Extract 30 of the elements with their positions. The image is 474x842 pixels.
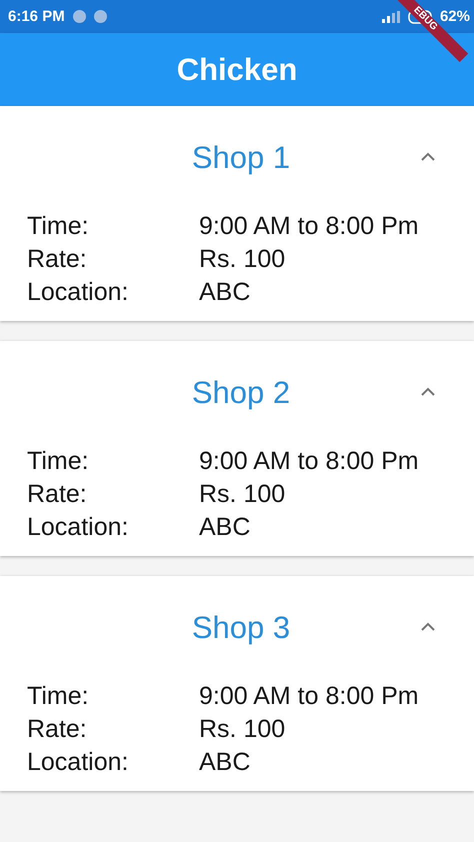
detail-value: Rs. 100	[199, 244, 286, 275]
detail-value: 9:00 AM to 8:00 Pm	[199, 211, 420, 242]
notification-icon	[94, 10, 107, 23]
detail-value: ABC	[199, 277, 252, 308]
detail-value: Rs. 100	[199, 479, 286, 510]
chevron-up-icon[interactable]	[420, 387, 436, 397]
notification-icon	[72, 10, 86, 23]
chevron-up-icon[interactable]	[420, 622, 436, 632]
detail-value: ABC	[199, 747, 252, 778]
app-title: Chicken	[176, 52, 298, 88]
detail-label: Location:	[27, 512, 130, 543]
detail-label: Time:	[27, 446, 90, 477]
detail-label: Time:	[27, 211, 90, 242]
detail-value: Rs. 100	[199, 714, 286, 745]
chevron-up-icon[interactable]	[420, 152, 436, 162]
shop-title[interactable]: Shop 3	[0, 610, 474, 646]
detail-label: Time:	[27, 681, 90, 712]
detail-value: 9:00 AM to 8:00 Pm	[199, 446, 420, 477]
detail-label: Rate:	[27, 244, 88, 275]
shop-title[interactable]: Shop 2	[0, 375, 474, 411]
detail-label: Rate:	[27, 479, 88, 510]
shop-title[interactable]: Shop 1	[0, 140, 474, 176]
signal-icon	[382, 10, 402, 22]
detail-value: 9:00 AM to 8:00 Pm	[199, 681, 420, 712]
battery-percent: 62%	[440, 8, 470, 25]
detail-label: Location:	[27, 277, 130, 308]
detail-value: ABC	[199, 512, 252, 543]
status-time: 6:16 PM	[8, 8, 65, 25]
detail-label: Rate:	[27, 714, 88, 745]
detail-label: Location:	[27, 747, 130, 778]
